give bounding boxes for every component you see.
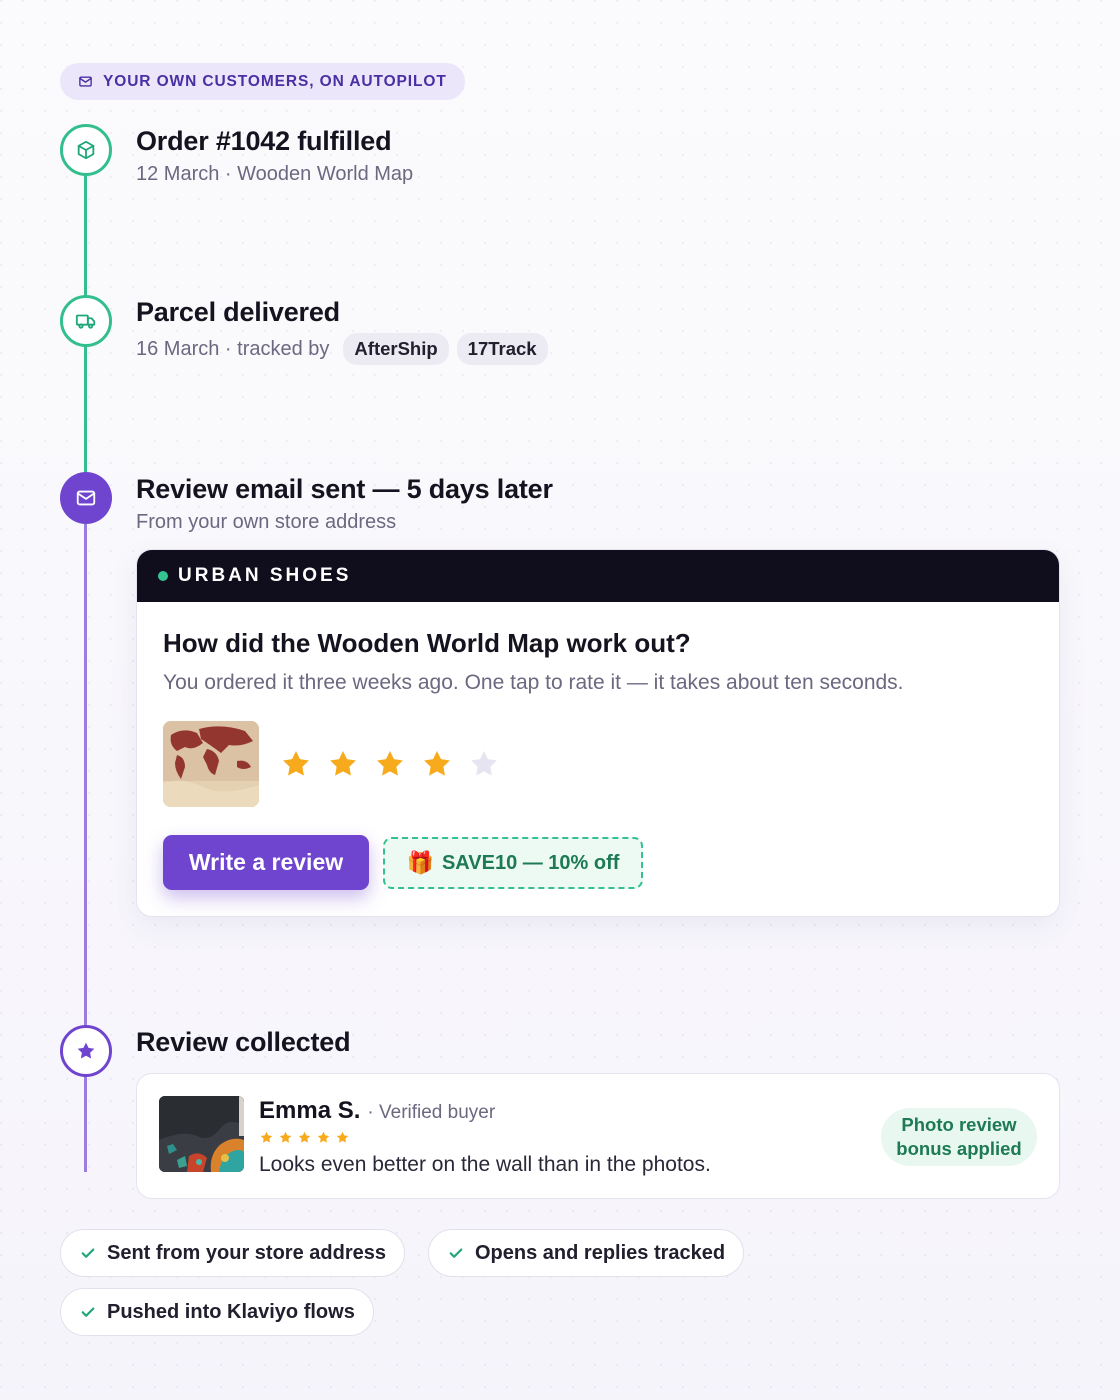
tracker-17track-pill: 17Track (456, 333, 548, 365)
box-icon (77, 140, 95, 160)
step-title-delivered: Parcel delivered (136, 297, 340, 327)
step-subtitle-email-text: From your own store address (136, 511, 397, 533)
step-title-collected: Review collected (136, 1027, 351, 1057)
mail-icon (79, 76, 92, 87)
feature-klaviyo: Pushed into Klaviyo flows (60, 1288, 374, 1336)
photo-bonus-line1: Photo review (901, 1114, 1017, 1135)
product-thumbnail (163, 721, 259, 807)
step-subtitle-order: 12 March · Wooden World Map (136, 163, 413, 186)
truck-icon (75, 314, 96, 329)
feature-store-address: Sent from your store address (60, 1229, 405, 1277)
eyebrow-label: YOUR OWN CUSTOMERS, ON AUTOPILOT (103, 72, 447, 90)
check-icon (449, 1248, 463, 1258)
coupon-badge: 🎁 SAVE10 — 10% off (383, 837, 643, 889)
email-description: You ordered it three weeks ago. One tap … (163, 671, 904, 694)
feature-opens-tracked: Opens and replies tracked (428, 1229, 745, 1277)
review-photo (159, 1096, 244, 1172)
star-filled-icon (335, 1130, 350, 1145)
step-subtitle-email: From your own store address (136, 511, 396, 534)
timeline-node-delivered (60, 295, 112, 347)
photo-bonus-text: Photo review bonus applied (896, 1113, 1021, 1161)
review-card: Emma S. · Verified buyer Looks even bett… (136, 1073, 1060, 1199)
email-preview-card: URBAN SHOES How did the Wooden World Map… (136, 549, 1060, 917)
star-empty-icon[interactable] (467, 747, 501, 781)
step-subtitle-delivered: 16 March · tracked by AfterShip 17Track (136, 333, 548, 365)
review-text: Looks even better on the wall than in th… (259, 1153, 711, 1176)
photo-bonus-badge: Photo review bonus applied (881, 1108, 1037, 1166)
feature-label: Pushed into Klaviyo flows (107, 1300, 355, 1323)
tracker-aftership-pill: AfterShip (343, 333, 449, 365)
star-filled-icon (278, 1130, 293, 1145)
step-title-order: Order #1042 fulfilled (136, 126, 392, 156)
step-title-email: Review email sent — 5 days later (136, 474, 553, 504)
star-icon (77, 1042, 95, 1059)
verified-buyer-label: · Verified buyer (367, 1102, 496, 1123)
step-subtitle-delivered-text: 16 March · tracked by (136, 337, 330, 360)
review-stars (259, 1130, 350, 1145)
write-review-button[interactable]: Write a review (163, 835, 369, 890)
coupon-label: SAVE10 — 10% off (441, 851, 620, 874)
star-filled-icon[interactable] (326, 747, 360, 781)
brand-status-dot (158, 571, 168, 581)
mail-icon (76, 490, 96, 506)
star-filled-icon (316, 1130, 331, 1145)
rating-stars[interactable] (279, 747, 501, 781)
star-filled-icon[interactable] (279, 747, 313, 781)
email-brand: URBAN SHOES (178, 565, 352, 586)
eyebrow-badge: YOUR OWN CUSTOMERS, ON AUTOPILOT (60, 63, 465, 100)
step-subtitle-order-text: 12 March · Wooden World Map (136, 163, 414, 185)
gift-icon: 🎁 (406, 850, 434, 875)
email-question: How did the Wooden World Map work out? (163, 628, 691, 658)
star-filled-icon (259, 1130, 274, 1145)
reviewer-line: Emma S. · Verified buyer (259, 1097, 495, 1125)
check-icon (81, 1307, 95, 1317)
world-map-image (163, 721, 259, 807)
timeline-node-collected (60, 1025, 112, 1077)
feature-label: Sent from your store address (107, 1241, 386, 1264)
star-filled-icon[interactable] (420, 747, 454, 781)
review-photo-image (159, 1096, 244, 1172)
star-filled-icon (297, 1130, 312, 1145)
timeline-node-email (60, 472, 112, 524)
star-filled-icon[interactable] (373, 747, 407, 781)
reviewer-name: Emma S. (259, 1097, 361, 1124)
check-icon (81, 1248, 95, 1258)
photo-bonus-line2: bonus applied (896, 1138, 1022, 1159)
feature-label: Opens and replies tracked (475, 1241, 726, 1264)
email-header: URBAN SHOES (137, 550, 1059, 602)
timeline-node-order (60, 124, 112, 176)
